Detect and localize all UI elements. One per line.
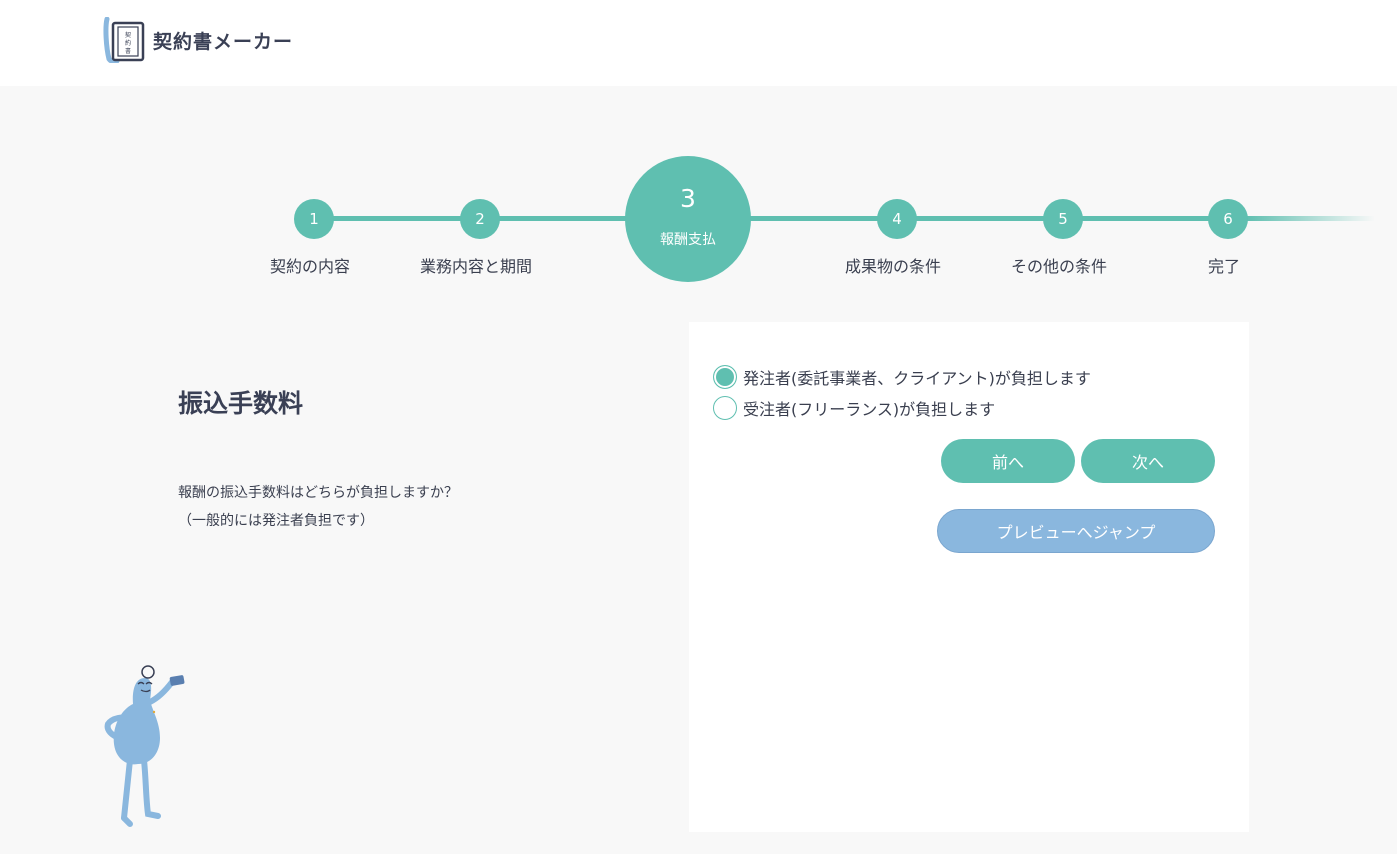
step-number: 2 — [475, 210, 485, 228]
step-number: 5 — [1058, 210, 1068, 228]
header: 契 約 書 契約書メーカー — [0, 0, 1397, 86]
step-5-dot: 5 — [1043, 199, 1083, 239]
step-3-current: 3 報酬支払 — [625, 156, 751, 282]
question-text: 報酬の振込手数料はどちらが負担しますか？ （一般的には発注者負担です） — [178, 479, 458, 535]
svg-text:約: 約 — [125, 39, 131, 47]
option-client-pays[interactable]: 発注者(委託事業者、クライアント)が負担します — [713, 365, 1091, 389]
step-2-dot: 2 — [460, 199, 500, 239]
option-label: 発注者(委託事業者、クライアント)が負担します — [743, 369, 1091, 388]
radio-selected[interactable] — [713, 365, 737, 389]
prev-button[interactable]: 前へ — [941, 439, 1075, 483]
step-number: 1 — [309, 210, 319, 228]
answer-card: 発注者(委託事業者、クライアント)が負担します 受注者(フリーランス)が負担しま… — [689, 322, 1249, 832]
step-4-dot: 4 — [877, 199, 917, 239]
mascot-illustration — [104, 665, 185, 827]
option-freelancer-pays[interactable]: 受注者(フリーランス)が負担します — [713, 396, 995, 420]
step-number: 6 — [1223, 210, 1233, 228]
progress-stepper: 1 契約の内容 2 業務内容と期間 3 報酬支払 4 成果物の条件 5 その他の… — [0, 150, 1397, 290]
stepper-line-fade — [1245, 216, 1375, 221]
svg-text:契: 契 — [125, 31, 131, 39]
step-1-dot: 1 — [294, 199, 334, 239]
page-title: 振込手数料 — [178, 389, 304, 418]
app-title: 契約書メーカー — [153, 30, 294, 53]
preview-jump-button[interactable]: プレビューへジャンプ — [937, 509, 1215, 553]
next-button[interactable]: 次へ — [1081, 439, 1215, 483]
question-line: 報酬の振込手数料はどちらが負担しますか？ — [178, 485, 458, 501]
question-hint: （一般的には発注者負担です） — [178, 513, 374, 529]
option-label: 受注者(フリーランス)が負担します — [743, 400, 996, 419]
step-6-dot: 6 — [1208, 199, 1248, 239]
radio-unselected[interactable] — [713, 396, 737, 420]
step-6-label: 完了 — [1207, 257, 1240, 276]
logo[interactable]: 契 約 書 契約書メーカー — [103, 17, 293, 63]
step-2-label: 業務内容と期間 — [419, 257, 532, 276]
step-number: 4 — [892, 210, 902, 228]
contract-book-icon: 契 約 書 — [103, 17, 145, 63]
step-number: 3 — [680, 183, 696, 213]
svg-text:書: 書 — [125, 47, 131, 55]
stepper-line — [740, 216, 1248, 221]
step-3-label: 報酬支払 — [660, 231, 716, 248]
